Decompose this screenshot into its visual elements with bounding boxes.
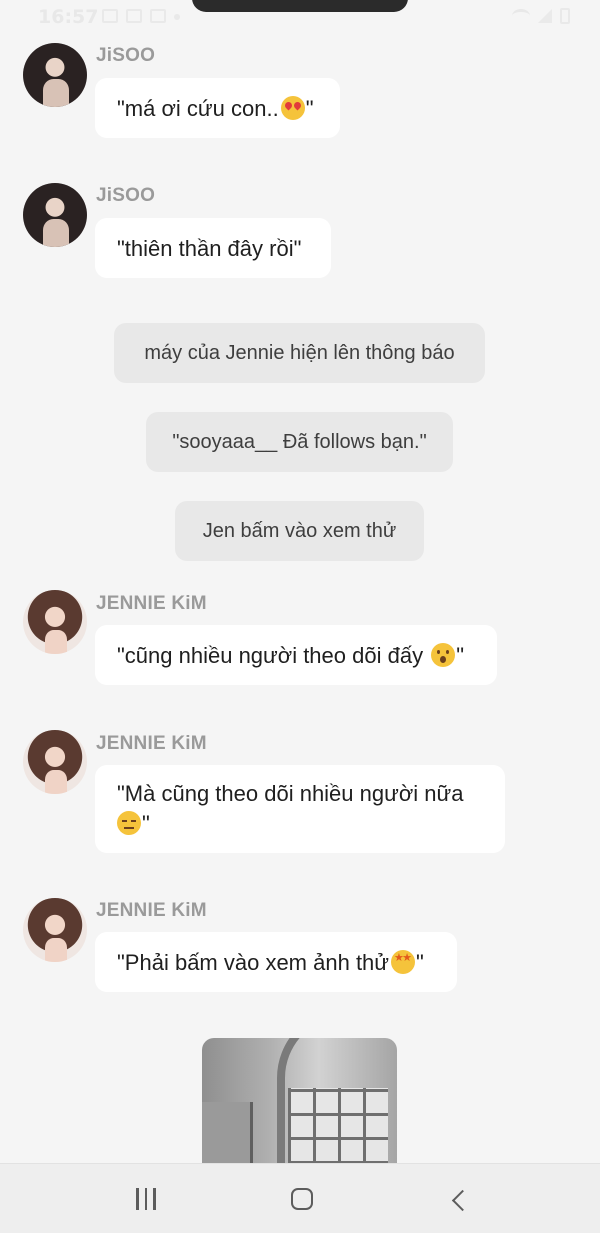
message-text-suffix: ": [456, 643, 464, 668]
message-text: "cũng nhiều người theo dõi đấy: [117, 643, 430, 668]
camera-notch: [192, 0, 408, 12]
chat-screen: 16:57 JiSOO "má ơi cứu con.. " JiSOO "thi…: [0, 0, 600, 1233]
message-bubble[interactable]: "má ơi cứu con.. ": [95, 78, 340, 138]
file-icon: [126, 9, 142, 23]
sender-name: JENNIE KiM: [96, 593, 207, 614]
back-icon[interactable]: [438, 1182, 478, 1216]
image-message[interactable]: [202, 1038, 397, 1178]
hushed-face-emoji-icon: [431, 643, 456, 667]
expressionless-face-emoji-icon: [117, 811, 141, 835]
message-text-suffix: ": [305, 96, 314, 121]
notification-icons: [102, 9, 180, 23]
avatar-jennie[interactable]: [23, 730, 87, 794]
message-text: "Mà cũng theo dõi nhiều người nữa: [117, 781, 464, 806]
system-message: máy của Jennie hiện lên thông báo: [114, 323, 485, 383]
avatar-jisoo[interactable]: [23, 183, 87, 247]
message-bubble[interactable]: "thiên thần đây rồi": [95, 218, 331, 278]
message-text: "má ơi cứu con..: [117, 96, 279, 121]
message-text-suffix: ": [416, 950, 424, 975]
sender-name: JiSOO: [96, 185, 156, 206]
star-struck-emoji-icon: [391, 950, 416, 974]
dot-icon: [174, 14, 180, 20]
system-icons: [512, 8, 570, 24]
messenger-icon: [150, 9, 166, 23]
message-text-suffix: ": [142, 811, 150, 836]
sender-name: JENNIE KiM: [96, 900, 207, 921]
status-bar: 16:57: [0, 0, 600, 36]
gallery-icon: [102, 9, 118, 23]
signal-icon: [538, 9, 552, 23]
message-bubble[interactable]: "cũng nhiều người theo dõi đấy ": [95, 625, 497, 685]
avatar-jisoo[interactable]: [23, 43, 87, 107]
system-message: Jen bấm vào xem thử: [175, 501, 424, 561]
heart-eyes-emoji-icon: [280, 96, 305, 120]
sender-name: JENNIE KiM: [96, 733, 207, 754]
home-icon[interactable]: [282, 1182, 322, 1216]
message-bubble[interactable]: "Phải bấm vào xem ảnh thử ": [95, 932, 457, 992]
status-time: 16:57: [38, 6, 99, 28]
avatar-jennie[interactable]: [23, 898, 87, 962]
message-text: "Phải bấm vào xem ảnh thử: [117, 950, 390, 975]
wifi-icon: [512, 9, 530, 23]
system-message: "sooyaaa__ Đã follows bạn.": [146, 412, 453, 472]
navigation-bar: [0, 1163, 600, 1233]
recents-icon[interactable]: [126, 1182, 166, 1216]
battery-icon: [560, 8, 570, 24]
message-text: "thiên thần đây rồi": [117, 236, 302, 261]
sender-name: JiSOO: [96, 45, 156, 66]
message-bubble[interactable]: "Mà cũng theo dõi nhiều người nữa ": [95, 765, 505, 853]
message-line-2: ": [117, 809, 483, 839]
avatar-jennie[interactable]: [23, 590, 87, 654]
